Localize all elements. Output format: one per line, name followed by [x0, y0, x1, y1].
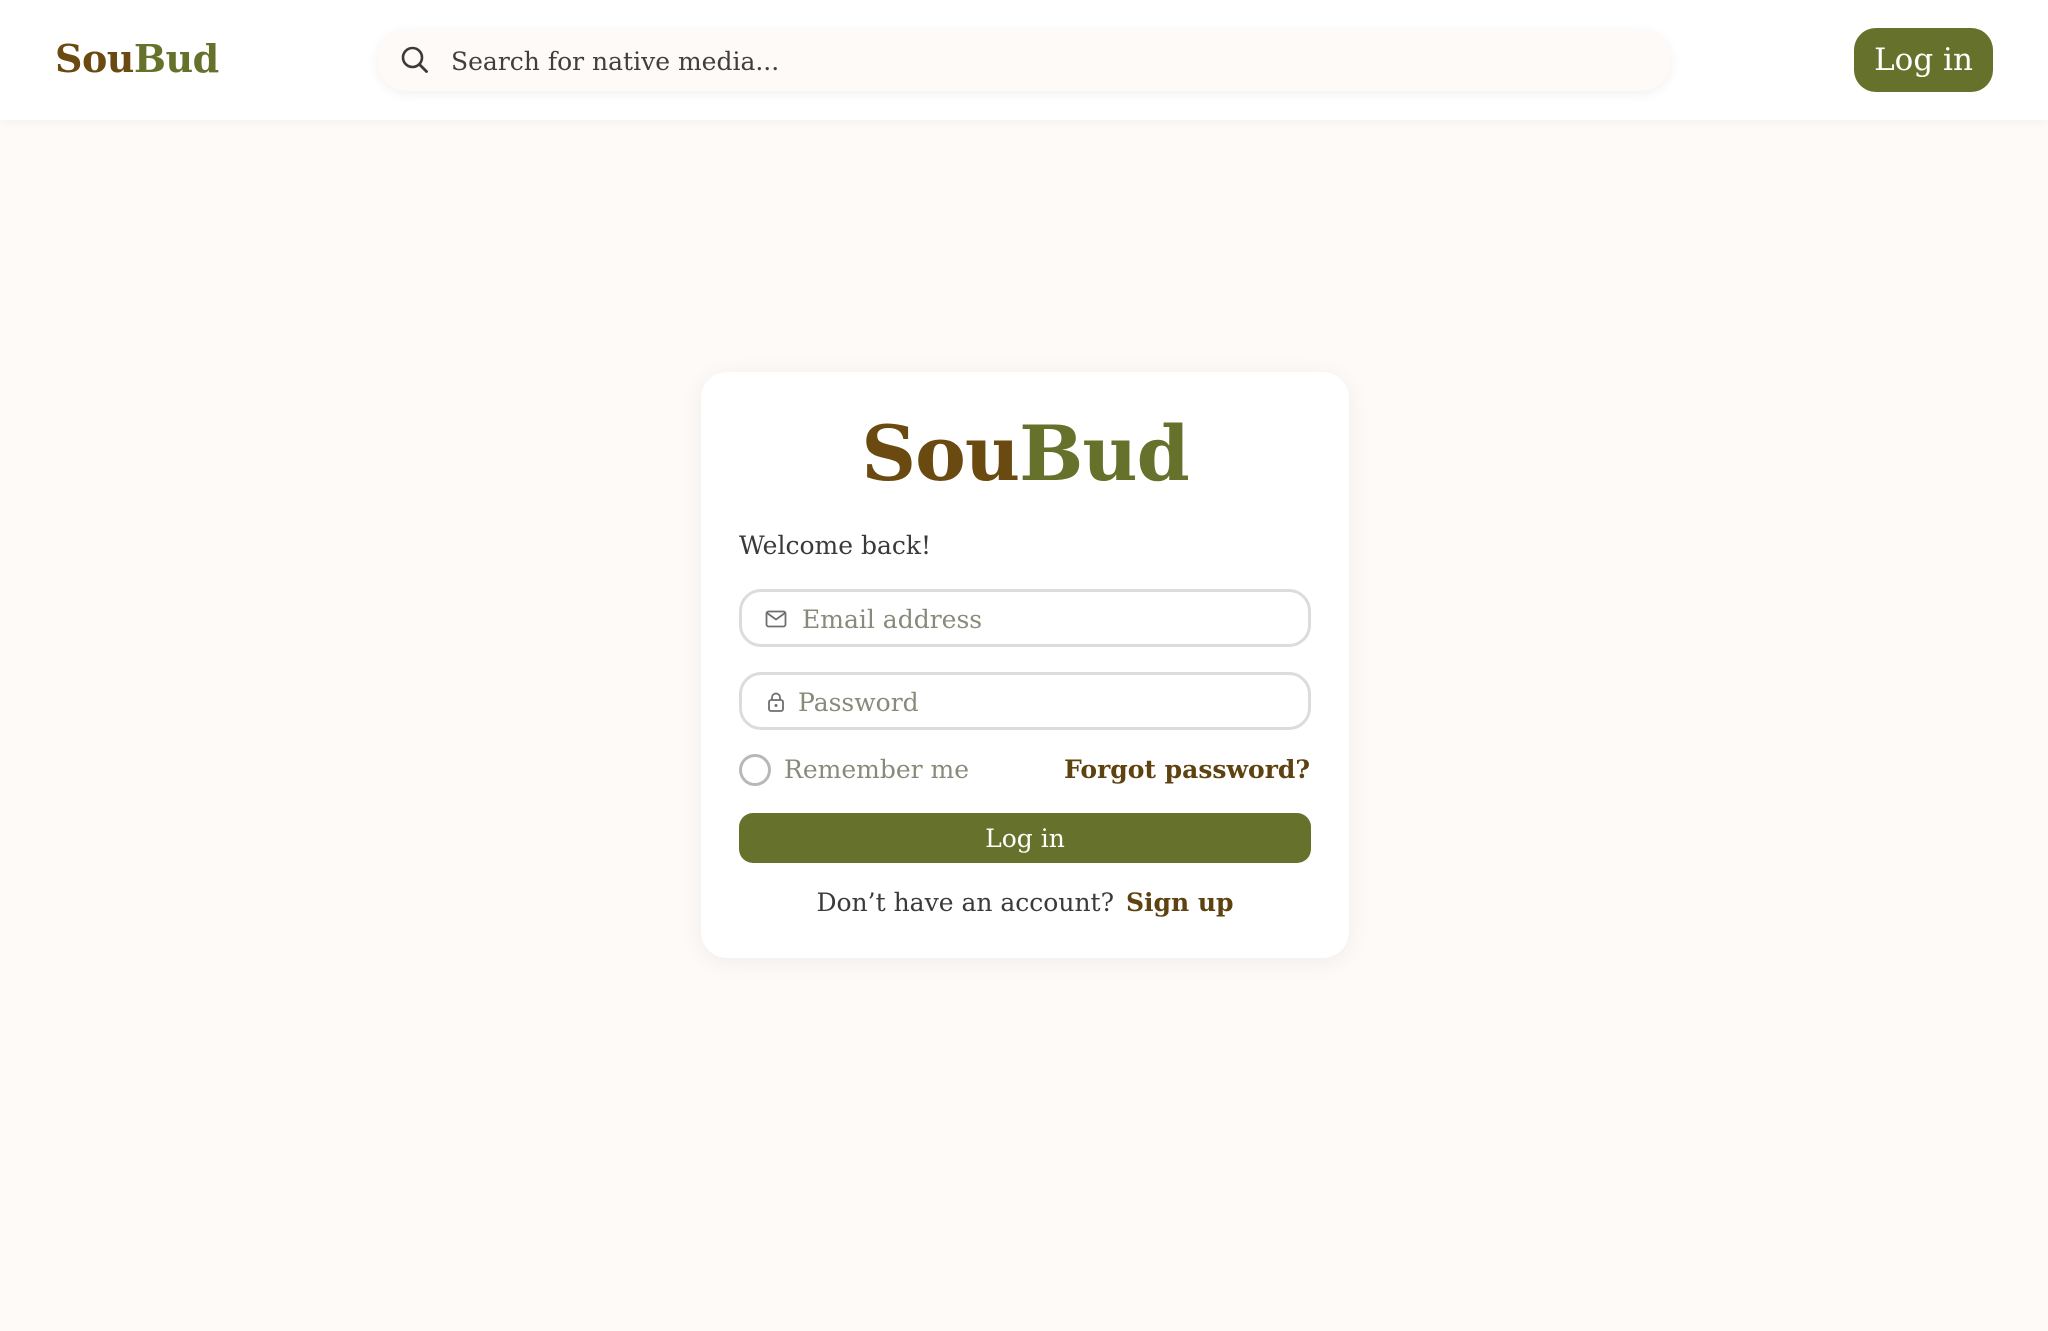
- password-field[interactable]: [739, 672, 1311, 730]
- welcome-text: Welcome back!: [739, 531, 932, 560]
- forgot-password-link[interactable]: Forgot password?: [1064, 755, 1310, 784]
- brand-logo-sou: Sou: [55, 36, 134, 81]
- signup-prompt: Don’t have an account? Sign up: [701, 888, 1349, 917]
- remember-me-checkbox[interactable]: [739, 754, 771, 786]
- header-login-button[interactable]: Log in: [1854, 28, 1993, 92]
- mail-icon: [765, 610, 787, 628]
- search-input[interactable]: [449, 29, 1653, 93]
- top-navigation-bar: SouBud Log in: [0, 0, 2048, 120]
- search-bar[interactable]: [377, 29, 1671, 93]
- login-logo-sou: Sou: [861, 409, 1020, 498]
- email-input[interactable]: [800, 592, 1294, 646]
- signup-link[interactable]: Sign up: [1126, 888, 1234, 917]
- login-card-logo: SouBud: [701, 416, 1349, 492]
- signup-prompt-text: Don’t have an account?: [816, 888, 1115, 917]
- brand-logo[interactable]: SouBud: [55, 36, 219, 81]
- search-icon[interactable]: [399, 44, 431, 76]
- brand-logo-bud: Bud: [133, 36, 219, 81]
- login-card: SouBud Welcome back! Remember me Forgot …: [701, 372, 1349, 958]
- login-submit-button[interactable]: Log in: [739, 813, 1311, 863]
- password-input[interactable]: [796, 675, 1290, 729]
- email-field[interactable]: [739, 589, 1311, 647]
- lock-icon: [768, 692, 784, 712]
- remember-me-label[interactable]: Remember me: [784, 755, 969, 784]
- login-logo-bud: Bud: [1019, 409, 1190, 498]
